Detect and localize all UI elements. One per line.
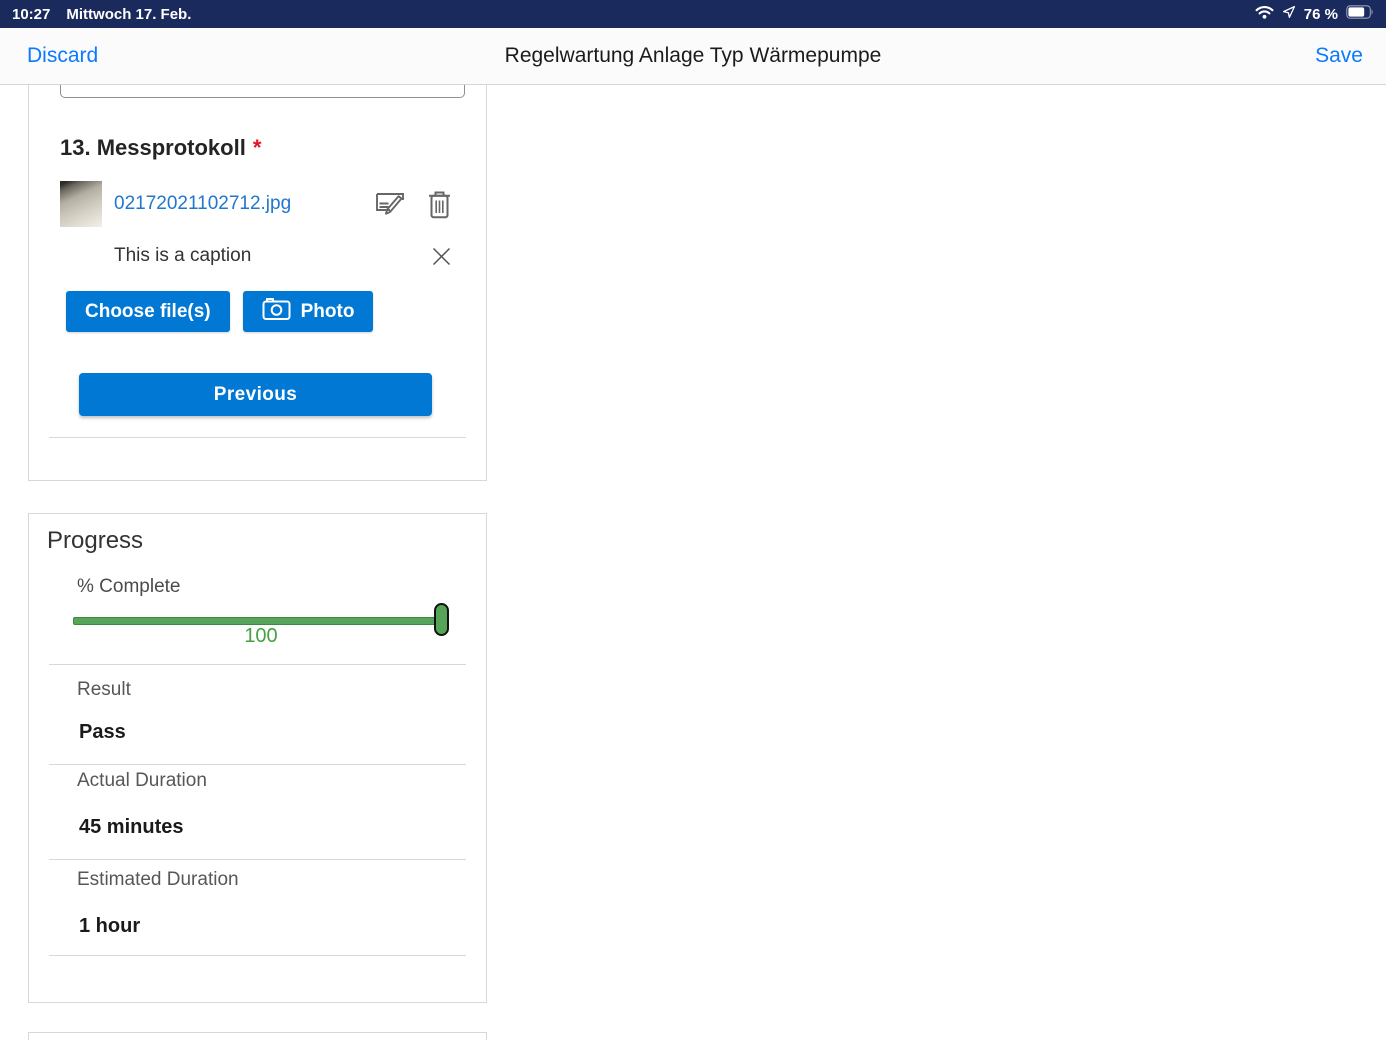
trash-icon: [426, 191, 453, 223]
remove-caption-button[interactable]: [430, 245, 453, 268]
battery-percent: 76 %: [1303, 5, 1338, 23]
attachment-thumbnail[interactable]: [60, 181, 102, 227]
battery-icon: [1346, 5, 1374, 23]
wifi-icon: [1255, 5, 1274, 23]
attachment-row: 02172021102712.jpg: [60, 181, 453, 227]
photo-label: Photo: [300, 300, 355, 322]
percent-complete-value: 100: [244, 625, 278, 647]
estimated-duration-value[interactable]: 1 hour: [79, 915, 140, 938]
section-heading: 13. Messprotokoll *: [60, 135, 261, 161]
next-card-partial: [28, 1032, 487, 1040]
page-title: Regelwartung Anlage Typ Wärmepumpe: [504, 44, 882, 67]
photo-button[interactable]: Photo: [242, 291, 374, 332]
note-edit-icon: [374, 193, 406, 222]
divider: [49, 764, 466, 765]
required-asterisk: *: [252, 135, 262, 160]
file-buttons-row: Choose file(s) Photo: [66, 291, 374, 332]
progress-card: Progress % Complete 100 Result Pass Actu…: [28, 513, 487, 1003]
percent-complete-slider-track[interactable]: [73, 617, 449, 625]
actual-duration-value[interactable]: 45 minutes: [79, 816, 183, 839]
attachment-filename-link[interactable]: 02172021102712.jpg: [114, 193, 291, 215]
save-button[interactable]: Save: [1315, 28, 1363, 84]
percent-complete-label: % Complete: [77, 576, 181, 597]
camera-icon: [262, 297, 291, 327]
result-value[interactable]: Pass: [79, 721, 126, 744]
delete-attachment-button[interactable]: [426, 189, 453, 220]
result-label: Result: [77, 679, 131, 700]
actual-duration-label: Actual Duration: [77, 770, 207, 791]
location-icon: [1282, 5, 1296, 23]
choose-files-label: Choose file(s): [85, 300, 211, 322]
progress-heading: Progress: [47, 527, 144, 554]
divider: [49, 955, 466, 956]
caption-row: This is a caption: [114, 243, 453, 269]
status-bar: 10:27 Mittwoch 17. Feb. 76 %: [0, 0, 1386, 28]
divider: [49, 437, 466, 438]
previous-button[interactable]: Previous: [79, 373, 432, 416]
status-time: 10:27: [12, 5, 51, 23]
divider: [49, 859, 466, 860]
divider: [49, 664, 466, 665]
nav-bar: Discard Regelwartung Anlage Typ Wärmepum…: [0, 28, 1386, 85]
choose-files-button[interactable]: Choose file(s): [66, 291, 230, 332]
text-input-partial[interactable]: [60, 85, 465, 98]
section-heading-text: 13. Messprotokoll: [60, 135, 246, 160]
messprotokoll-card: 13. Messprotokoll * 02172021102712.jpg T…: [28, 85, 487, 481]
close-icon: [430, 247, 453, 271]
status-date: Mittwoch 17. Feb.: [66, 5, 192, 23]
edit-caption-button[interactable]: [374, 189, 406, 219]
caption-text: This is a caption: [114, 245, 252, 266]
estimated-duration-label: Estimated Duration: [77, 869, 239, 890]
